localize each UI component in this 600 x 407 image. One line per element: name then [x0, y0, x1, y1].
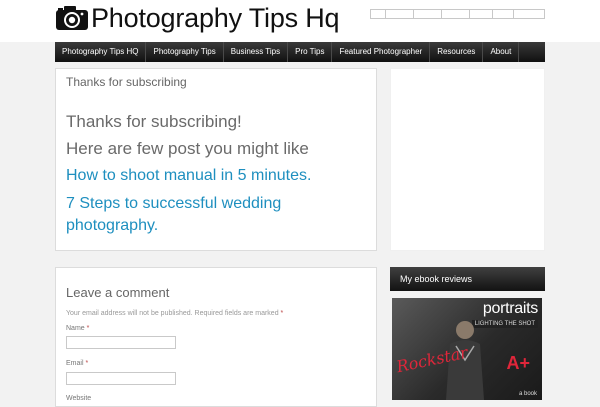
suggestions-heading: Here are few post you might like	[66, 139, 309, 158]
top-link[interactable]	[513, 9, 545, 19]
comment-title: Leave a comment	[66, 285, 170, 300]
top-link[interactable]	[441, 9, 469, 19]
nav-item-photography-tips[interactable]: Photography Tips	[146, 42, 224, 62]
ebook-cover-image[interactable]: portraits LIGHTING THE SHOT Rockstar A+ …	[392, 298, 542, 400]
cover-grade: A+	[506, 353, 530, 373]
top-link[interactable]	[370, 9, 385, 19]
site-title: Photography Tips Hq	[91, 3, 340, 33]
email-label-text: Email	[66, 360, 84, 367]
required-mark: *	[85, 360, 89, 367]
website-label: Website	[66, 395, 92, 402]
required-mark: *	[280, 310, 284, 317]
nav-item-business-tips[interactable]: Business Tips	[224, 42, 289, 62]
nav-item-featured-photographer[interactable]: Featured Photographer	[332, 42, 431, 62]
top-link[interactable]	[492, 9, 513, 19]
site-logo[interactable]: Photography Tips Hq	[55, 2, 340, 34]
main-content: Thanks for subscribing Thanks for subscr…	[55, 68, 377, 251]
main-nav: Photography Tips HQ Photography Tips Bus…	[55, 42, 545, 62]
cover-badge: a book	[518, 391, 537, 397]
nav-item-pro-tips[interactable]: Pro Tips	[288, 42, 333, 62]
top-link[interactable]	[385, 9, 413, 19]
required-mark: *	[86, 325, 90, 332]
comment-note-text: Your email address will not be published…	[66, 310, 279, 317]
comment-form: Leave a comment Your email address will …	[55, 267, 377, 407]
top-link[interactable]	[469, 9, 492, 19]
top-link[interactable]	[413, 9, 441, 19]
ebook-widget-title: My ebook reviews	[390, 267, 545, 291]
nav-item-resources[interactable]: Resources	[430, 42, 484, 62]
page-title: Thanks for subscribing	[66, 75, 187, 89]
email-field[interactable]	[66, 372, 176, 385]
top-links	[370, 9, 545, 19]
name-field[interactable]	[66, 336, 176, 349]
cover-title: portraits	[482, 300, 538, 317]
nav-item-photography-tips-hq[interactable]: Photography Tips HQ	[55, 42, 147, 62]
sidebar-widget	[390, 68, 545, 251]
comment-note: Your email address will not be published…	[66, 310, 283, 317]
name-label: Name *	[66, 325, 89, 332]
name-label-text: Name	[66, 325, 85, 332]
post-link-shoot-manual[interactable]: How to shoot manual in 5 minutes.	[66, 165, 366, 187]
camera-icon	[56, 6, 88, 30]
thanks-heading: Thanks for subscribing!	[66, 112, 242, 131]
site-header: Photography Tips Hq	[0, 0, 600, 42]
email-label: Email *	[66, 360, 88, 367]
post-link-wedding-steps[interactable]: 7 Steps to successful wedding photograph…	[66, 193, 316, 237]
nav-item-about[interactable]: About	[483, 42, 520, 62]
